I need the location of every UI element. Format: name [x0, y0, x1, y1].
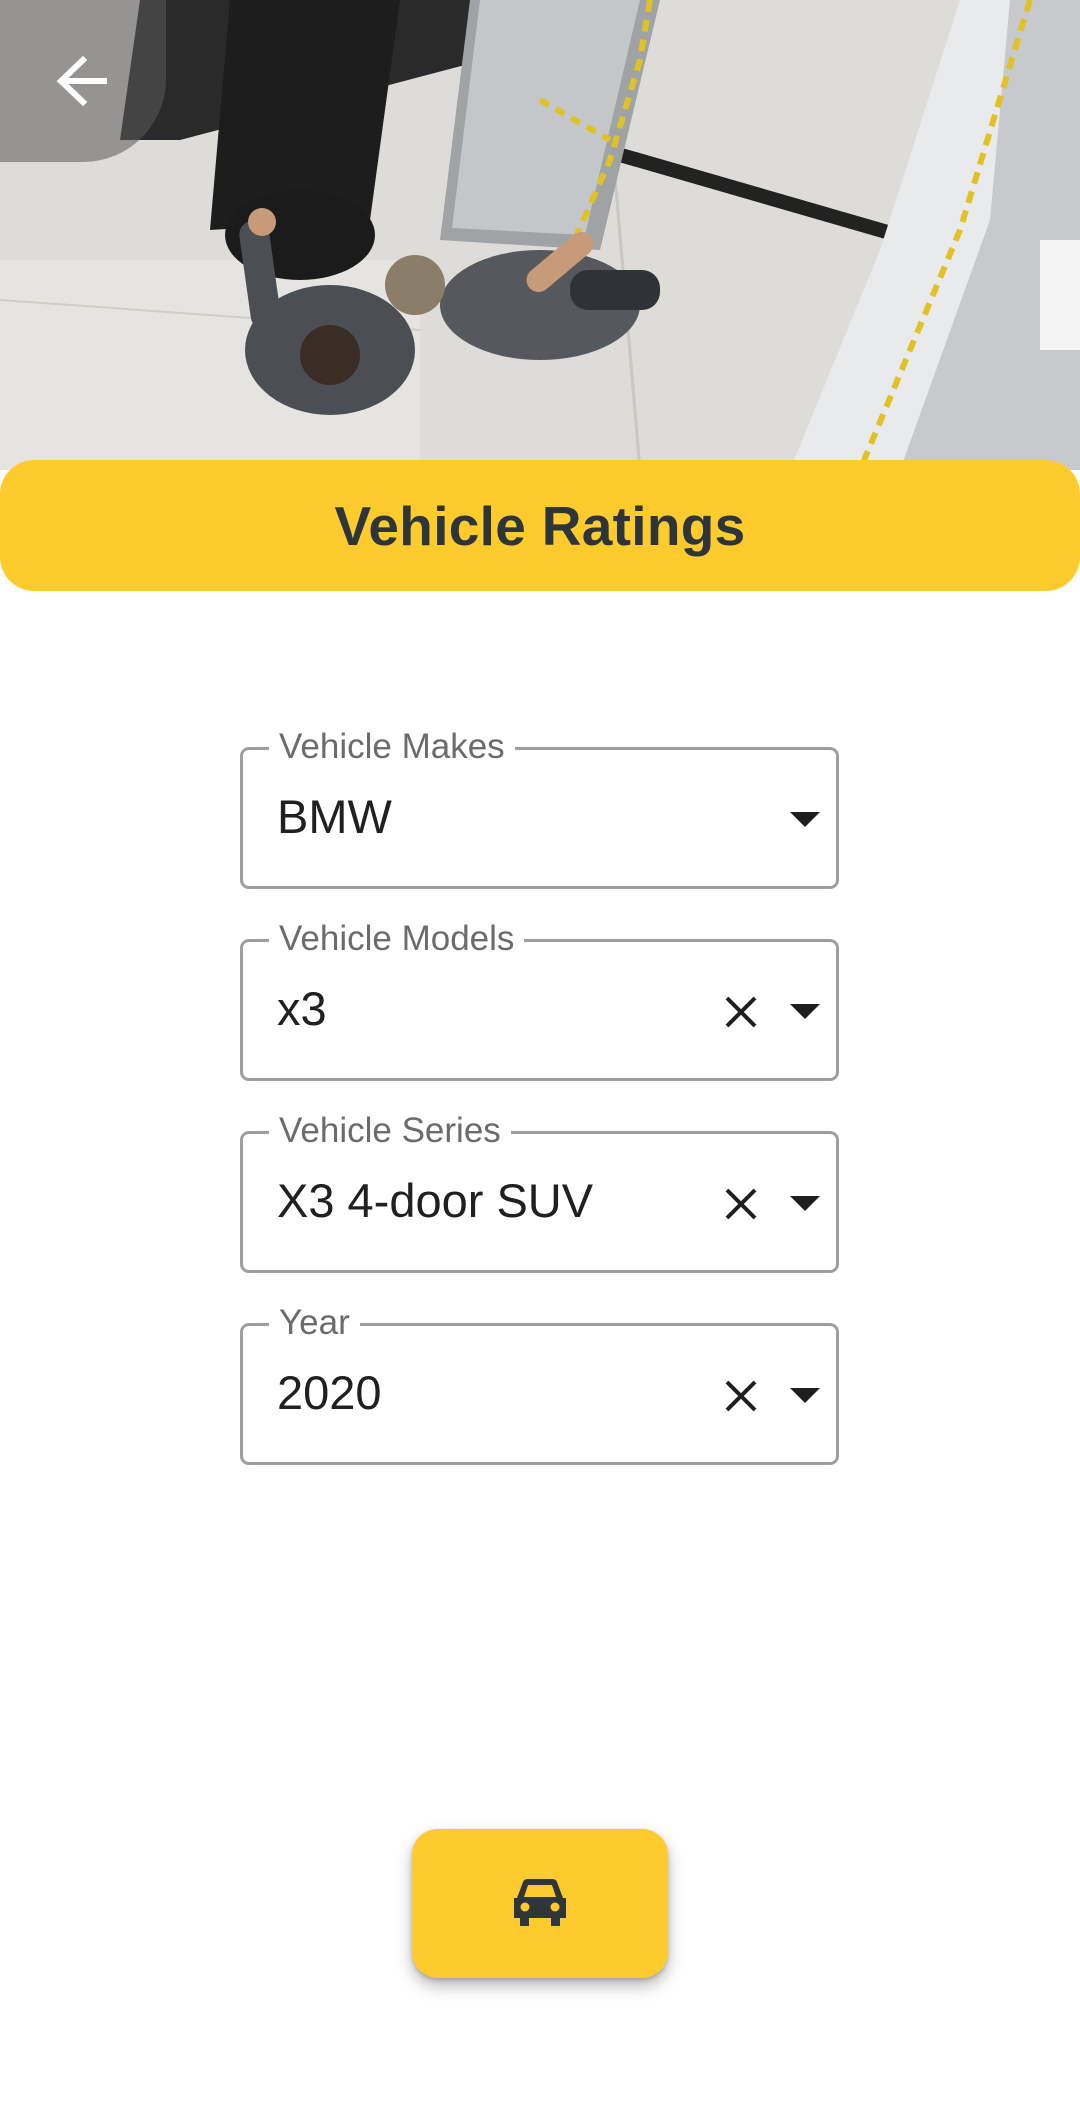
- page-title: Vehicle Ratings: [334, 494, 746, 557]
- hero-image: [0, 0, 1080, 470]
- chevron-down-icon[interactable]: [790, 1004, 820, 1019]
- view-ratings-button[interactable]: [412, 1829, 668, 1978]
- arrow-left-icon: [56, 56, 107, 106]
- vehicle-models-dropdown[interactable]: Vehicle Models x3: [240, 919, 839, 1081]
- chevron-down-icon[interactable]: [790, 1388, 820, 1403]
- chevron-down-icon[interactable]: [790, 1196, 820, 1211]
- vehicle-models-label: Vehicle Models: [269, 919, 525, 959]
- vehicle-models-value: x3: [277, 982, 327, 1035]
- clear-icon[interactable]: [721, 1376, 761, 1416]
- clear-icon[interactable]: [721, 992, 761, 1032]
- car-icon: [514, 1878, 566, 1926]
- title-banner: Vehicle Ratings: [0, 460, 1080, 591]
- vehicle-makes-value: BMW: [277, 790, 392, 843]
- clear-icon[interactable]: [721, 1184, 761, 1224]
- vehicle-series-label: Vehicle Series: [269, 1111, 511, 1151]
- year-value: 2020: [277, 1366, 382, 1419]
- vehicle-ratings-screen: Vehicle Ratings Vehicle Makes BMW Vehicl…: [0, 0, 1080, 2107]
- year-dropdown[interactable]: Year 2020: [240, 1303, 839, 1465]
- vehicle-makes-label: Vehicle Makes: [269, 727, 515, 767]
- year-label: Year: [269, 1303, 360, 1343]
- vehicle-series-dropdown[interactable]: Vehicle Series X3 4-door SUV: [240, 1111, 839, 1273]
- vehicle-series-value: X3 4-door SUV: [277, 1174, 594, 1227]
- chevron-down-icon[interactable]: [790, 812, 820, 827]
- back-button[interactable]: [0, 0, 166, 162]
- vehicle-makes-dropdown[interactable]: Vehicle Makes BMW: [240, 727, 839, 889]
